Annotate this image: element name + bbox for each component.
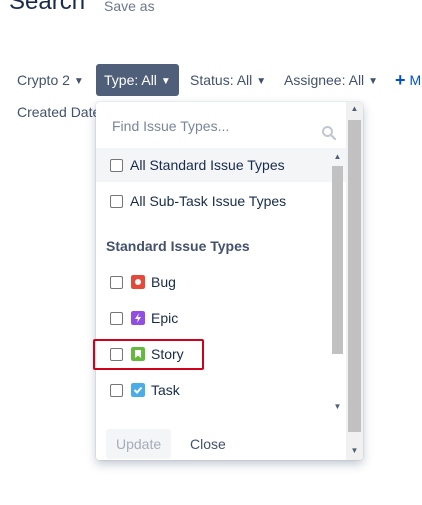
project-filter-label: Crypto 2	[17, 72, 70, 88]
dropdown-scrollbar[interactable]: ▲ ▼	[346, 102, 363, 460]
epic-icon	[131, 311, 145, 325]
checkbox[interactable]	[110, 159, 123, 172]
scroll-down-arrow[interactable]: ▼	[346, 444, 363, 458]
issue-type-search-input[interactable]	[102, 110, 336, 142]
option-label: All Sub-Task Issue Types	[130, 193, 287, 209]
chevron-down-icon: ▼	[160, 76, 171, 87]
created-date-filter[interactable]: Created Date	[17, 104, 100, 120]
close-button[interactable]: Close	[190, 429, 226, 459]
update-button[interactable]: Update	[106, 429, 172, 459]
checkbox[interactable]	[110, 276, 123, 289]
bug-icon	[131, 275, 145, 289]
option-all-standard[interactable]: All Standard Issue Types	[96, 148, 346, 182]
checkbox[interactable]	[110, 195, 123, 208]
option-label: All Standard Issue Types	[130, 157, 285, 173]
filter-bar: Crypto 2 ▼ Type: All ▼ Status: All ▼ Assign…	[0, 64, 422, 96]
issue-type-search	[102, 110, 337, 142]
status-filter-label: Status: All	[190, 72, 253, 88]
status-filter[interactable]: Status: All ▼	[190, 64, 266, 96]
assignee-filter-label: Assignee: All	[284, 72, 365, 88]
option-bug[interactable]: Bug	[96, 265, 346, 299]
scroll-thumb[interactable]	[332, 166, 343, 354]
option-label: Epic	[151, 310, 179, 326]
option-all-subtask[interactable]: All Sub-Task Issue Types	[96, 184, 346, 218]
scroll-thumb[interactable]	[348, 120, 361, 432]
issue-type-dropdown: All Standard Issue Types All Sub-Task Is…	[96, 102, 363, 460]
checkbox[interactable]	[110, 384, 123, 397]
more-filters-label: M	[409, 72, 422, 88]
option-epic[interactable]: Epic	[96, 301, 346, 335]
option-label: Task	[151, 382, 180, 398]
task-icon	[131, 383, 145, 397]
assignee-filter[interactable]: Assignee: All ▼	[284, 64, 378, 96]
list-scrollbar[interactable]: ▲ ▼	[329, 150, 346, 420]
page-title: Search	[9, 0, 86, 15]
search-icon	[322, 126, 337, 141]
chevron-down-icon: ▼	[256, 76, 267, 87]
save-as-link[interactable]: Save as	[104, 0, 155, 14]
scroll-down-arrow[interactable]: ▼	[329, 400, 346, 414]
option-label: Bug	[151, 274, 176, 290]
section-heading: Standard Issue Types	[106, 238, 250, 254]
project-filter[interactable]: Crypto 2 ▼	[17, 64, 84, 96]
highlight-box	[93, 339, 204, 370]
more-filters-button[interactable]: + M	[395, 64, 421, 96]
type-filter-label: Type: All	[104, 72, 157, 88]
plus-icon: +	[395, 70, 406, 90]
dropdown-footer: Update Close	[96, 420, 346, 460]
checkbox[interactable]	[110, 312, 123, 325]
scroll-up-arrow[interactable]: ▲	[329, 150, 346, 164]
scroll-up-arrow[interactable]: ▲	[346, 102, 363, 116]
type-filter[interactable]: Type: All ▼	[96, 64, 179, 96]
chevron-down-icon: ▼	[368, 76, 379, 87]
option-task[interactable]: Task	[96, 373, 346, 407]
chevron-down-icon: ▼	[73, 76, 84, 87]
